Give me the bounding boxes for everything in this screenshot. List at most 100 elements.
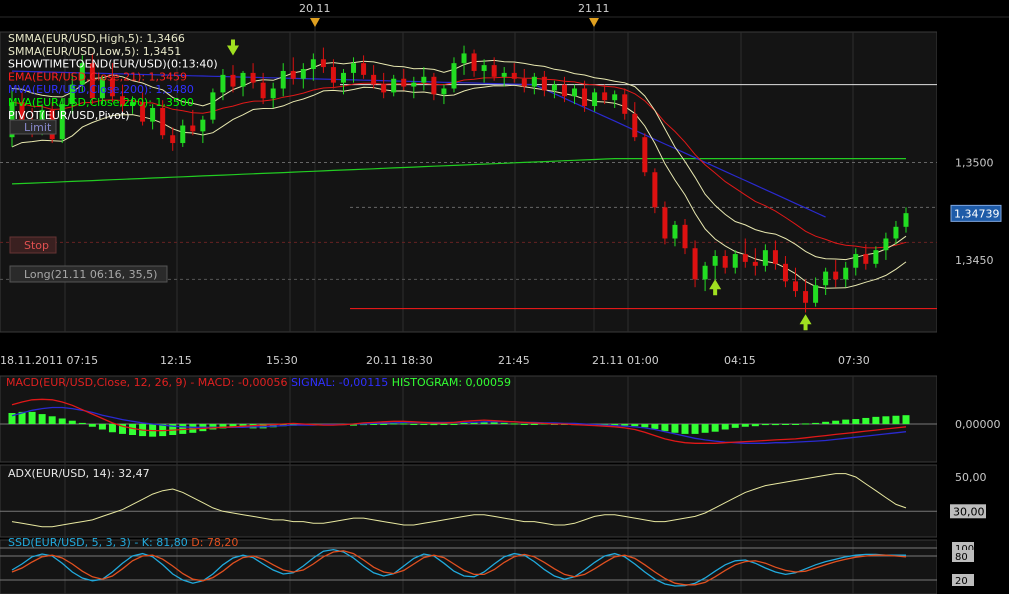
candle-body [541, 76, 547, 91]
macd-histogram-bar [500, 422, 508, 424]
candle-body [682, 224, 688, 249]
macd-histogram-bar [88, 424, 96, 427]
candle-body [602, 92, 608, 101]
adx-label: ADX(EUR/USD, 14): 32,47 [8, 467, 150, 480]
macd-histogram-bar [781, 424, 789, 425]
macd-histogram-bar [812, 422, 820, 424]
macd-histogram-bar [68, 420, 76, 424]
candle-body [672, 224, 678, 239]
candle-body [340, 72, 346, 83]
macd-label-signal: SIGNAL: -0,00115 [291, 376, 392, 389]
candle-body [803, 291, 809, 303]
candle-body [833, 271, 839, 280]
candle-body [642, 137, 648, 173]
legend-entry-3: EMA(EUR/USD,Close,21): 1,3459 [8, 70, 187, 83]
macd-histogram-bar [400, 423, 408, 425]
macd-histogram-bar [822, 421, 830, 424]
time-axis-label-5: 21.11 01:00 [592, 354, 659, 367]
macd-histogram-bar [832, 420, 840, 424]
position-tag-label: Long(21.11 06:16, 35,5) [24, 268, 157, 281]
time-axis-label-4: 21:45 [498, 354, 530, 367]
candle-body [230, 74, 236, 87]
macd-histogram-bar [430, 424, 438, 426]
macd-histogram-bar [852, 419, 860, 424]
macd-histogram-bar [721, 424, 729, 430]
macd-histogram-bar [78, 422, 86, 424]
candle-body [582, 88, 588, 107]
candle-body [692, 248, 698, 280]
candle-body [290, 70, 296, 79]
macd-histogram-bar [108, 424, 116, 433]
macd-histogram-bar [691, 424, 699, 434]
macd-histogram-bar [842, 419, 850, 424]
macd-histogram-bar [510, 423, 518, 425]
macd-histogram-bar [641, 424, 649, 428]
candle-body [752, 261, 758, 266]
candle-body [903, 213, 909, 227]
limit-tag-label: Limit [24, 121, 52, 134]
candle-body [431, 76, 437, 95]
macd-histogram-bar [892, 415, 900, 424]
price-tick-0: 1,3500 [955, 157, 994, 170]
macd-histogram-bar [802, 423, 810, 425]
time-axis-label-7: 07:30 [838, 354, 870, 367]
macd-histogram-bar [490, 422, 498, 424]
stoch-tick-20: 20 [955, 576, 968, 587]
macd-histogram-bar [460, 422, 468, 424]
time-axis-label-6: 04:15 [724, 354, 756, 367]
stop-tag-label: Stop [24, 239, 49, 252]
candle-body [873, 250, 879, 264]
candle-body [551, 84, 557, 91]
candle-body [843, 267, 849, 280]
date-marker-1: 21.11 [578, 2, 610, 15]
candle-body [612, 94, 618, 101]
macd-histogram-bar [711, 424, 719, 432]
candle-body [592, 92, 598, 107]
candle-body [421, 76, 427, 83]
macd-histogram-bar [98, 424, 106, 430]
time-axis-label-3: 20.11 18:30 [366, 354, 433, 367]
candle-body [310, 59, 316, 70]
date-marker-triangle-icon [310, 18, 320, 27]
date-marker-0: 20.11 [299, 2, 331, 15]
candle-body [762, 250, 768, 266]
candle-body [511, 72, 517, 79]
macd-histogram-bar [420, 424, 428, 425]
candle-body [391, 78, 397, 93]
candle-body [260, 82, 266, 99]
candle-body [200, 119, 206, 132]
candle-body [732, 254, 738, 268]
candle-body [501, 72, 507, 77]
macd-histogram-bar [731, 424, 739, 428]
macd-histogram-bar [882, 416, 890, 424]
macd-histogram-bar [701, 424, 709, 433]
macd-histogram-bar [380, 424, 388, 425]
macd-histogram-bar [671, 424, 679, 433]
legend-entry-0: SMMA(EUR/USD,High,5): 1,3466 [8, 32, 185, 45]
macd-histogram-bar [48, 416, 56, 424]
macd-histogram-bar [38, 414, 46, 424]
legend-entry-1: SMMA(EUR/USD,Low,5): 1,3451 [8, 45, 181, 58]
candle-body [853, 254, 859, 268]
time-axis-label-0: 18.11.2011 07:15 [0, 354, 98, 367]
macd-histogram-bar [902, 415, 910, 424]
candle-body [742, 254, 748, 262]
candle-body [220, 74, 226, 93]
macd-histogram-bar [410, 424, 418, 425]
candle-body [411, 82, 417, 87]
candle-body [491, 65, 497, 77]
candle-body [712, 256, 718, 266]
price-tick-1: 1,3450 [955, 254, 994, 267]
candle-body [481, 65, 487, 71]
stoch-label-d: D: 78,20 [191, 536, 238, 549]
candle-body [662, 207, 668, 239]
candle-body [381, 84, 387, 93]
candle-body [300, 69, 306, 79]
macd-histogram-bar [741, 424, 749, 427]
candle-body [361, 63, 367, 75]
legend-entry-2: SHOWTIMETOEND(EUR/USD)(0:13:40) [8, 58, 218, 71]
candle-body [471, 53, 477, 71]
stoch-tick-80: 80 [955, 552, 968, 563]
candle-body [250, 72, 256, 83]
macd-histogram-bar [862, 417, 870, 424]
